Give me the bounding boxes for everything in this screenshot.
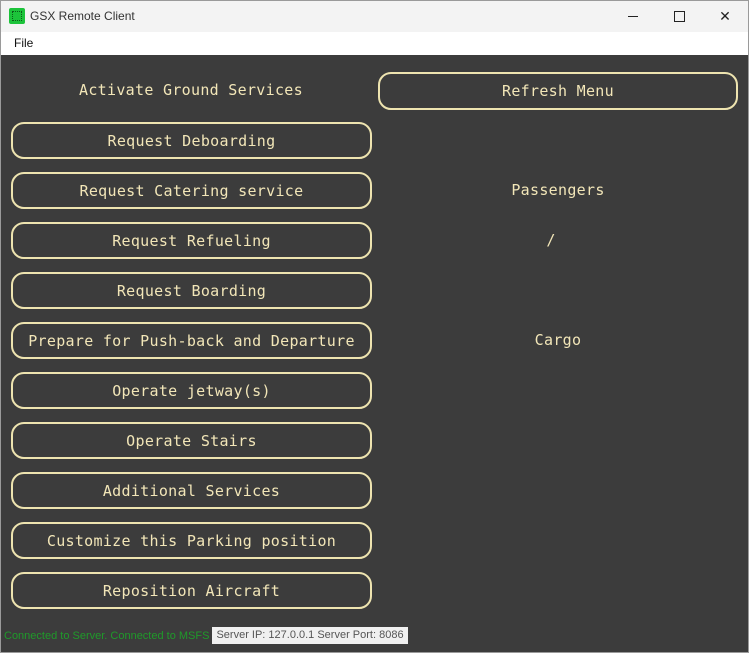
server-info: Server IP: 127.0.0.1 Server Port: 8086 [212,627,408,644]
customize-parking-button[interactable]: Customize this Parking position [11,522,372,559]
connection-status: Connected to Server. Connected to MSFS [1,629,213,642]
operate-stairs-button[interactable]: Operate Stairs [11,422,372,459]
cargo-label: Cargo [534,331,582,349]
menu-file[interactable]: File [14,36,33,50]
additional-services-button[interactable]: Additional Services [11,472,372,509]
maximize-icon [673,11,685,22]
status-bar: Connected to Server. Connected to MSFS S… [1,627,408,644]
app-window: GSX Remote Client ✕ File Activate Ground… [0,0,749,653]
reposition-aircraft-button[interactable]: Reposition Aircraft [11,572,372,609]
request-refueling-button[interactable]: Request Refueling [11,222,372,259]
menu-bar: File [1,32,748,55]
request-boarding-button[interactable]: Request Boarding [11,272,372,309]
request-deboarding-button[interactable]: Request Deboarding [11,122,372,159]
operate-jetway-button[interactable]: Operate jetway(s) [11,372,372,409]
refresh-menu-button[interactable]: Refresh Menu [378,72,738,110]
activate-ground-services-label: Activate Ground Services [79,81,303,99]
minimize-button[interactable] [610,1,656,32]
title-bar[interactable]: GSX Remote Client ✕ [1,1,748,32]
passengers-label: Passengers [511,181,605,199]
maximize-button[interactable] [656,1,702,32]
app-icon [9,8,25,24]
minimize-icon [628,16,638,17]
close-icon: ✕ [719,8,731,25]
passengers-value: / [546,231,556,249]
window-title: GSX Remote Client [30,9,135,23]
prepare-pushback-button[interactable]: Prepare for Push-back and Departure [11,322,372,359]
main-panel: Activate Ground Services Refresh Menu Re… [1,55,748,652]
request-catering-button[interactable]: Request Catering service [11,172,372,209]
close-button[interactable]: ✕ [702,1,748,32]
